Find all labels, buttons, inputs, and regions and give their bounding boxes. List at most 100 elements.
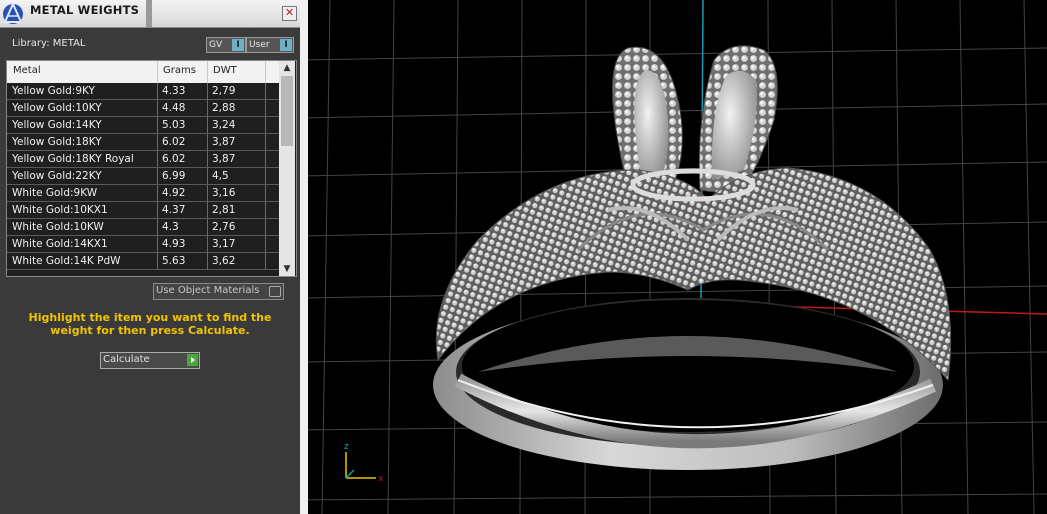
column-separator bbox=[265, 151, 266, 167]
column-separator bbox=[207, 134, 208, 150]
column-separator bbox=[207, 168, 208, 184]
table-row[interactable]: Yellow Gold:9KY 4.33 2,79 bbox=[7, 83, 279, 100]
column-separator bbox=[207, 236, 208, 252]
header-separator bbox=[157, 61, 158, 83]
gv-toggle[interactable]: GV I bbox=[206, 37, 246, 53]
column-separator bbox=[265, 117, 266, 133]
user-toggle-indicator: I bbox=[280, 39, 292, 51]
metal-name-cell: Yellow Gold:18KY bbox=[12, 136, 102, 148]
column-separator bbox=[157, 253, 158, 269]
grams-cell: 4.33 bbox=[162, 85, 186, 97]
table-row[interactable]: White Gold:9KW 4.92 3,16 bbox=[7, 185, 279, 202]
dwt-cell: 3,17 bbox=[212, 238, 236, 250]
grams-cell: 4.93 bbox=[162, 238, 186, 250]
grams-cell: 6.02 bbox=[162, 153, 186, 165]
dwt-cell: 2,79 bbox=[212, 85, 236, 97]
gizmo-z-label: z bbox=[344, 442, 349, 452]
table-header: Metal Grams DWT bbox=[7, 61, 279, 83]
column-separator bbox=[265, 83, 266, 99]
column-separator bbox=[157, 100, 158, 116]
column-separator bbox=[265, 100, 266, 116]
dwt-cell: 3,16 bbox=[212, 187, 236, 199]
calculate-button[interactable]: Calculate bbox=[100, 352, 200, 369]
metal-name-cell: Yellow Gold:10KY bbox=[12, 102, 102, 114]
column-separator bbox=[265, 185, 266, 201]
metal-name-cell: Yellow Gold:9KY bbox=[12, 85, 95, 97]
column-separator bbox=[157, 117, 158, 133]
table-scrollbar[interactable]: ▲ ▼ bbox=[279, 61, 295, 276]
column-separator bbox=[207, 100, 208, 116]
metal-name-cell: White Gold:10KW bbox=[12, 221, 104, 233]
grams-cell: 4.3 bbox=[162, 221, 179, 233]
table-row[interactable]: White Gold:10KX1 4.37 2,81 bbox=[7, 202, 279, 219]
table-row[interactable]: Yellow Gold:22KY 6.99 4,5 bbox=[7, 168, 279, 185]
grams-cell: 6.99 bbox=[162, 170, 186, 182]
use-object-materials-label: Use Object Materials bbox=[156, 285, 260, 296]
viewport-canvas[interactable]: z x bbox=[308, 0, 1047, 514]
dwt-cell: 3,87 bbox=[212, 136, 236, 148]
column-separator bbox=[265, 168, 266, 184]
column-separator bbox=[207, 253, 208, 269]
use-object-materials-checkbox[interactable]: Use Object Materials bbox=[153, 283, 284, 300]
metal-name-cell: White Gold:9KW bbox=[12, 187, 98, 199]
grams-cell: 4.92 bbox=[162, 187, 186, 199]
column-separator bbox=[265, 236, 266, 252]
panel-splitter[interactable] bbox=[300, 0, 308, 514]
3d-viewport[interactable]: z x bbox=[308, 0, 1047, 514]
metal-name-cell: Yellow Gold:18KY Royal bbox=[12, 153, 134, 165]
column-header-grams[interactable]: Grams bbox=[163, 65, 196, 76]
table-row[interactable]: Yellow Gold:18KY Royal 6.02 3,87 bbox=[7, 151, 279, 168]
dwt-cell: 4,5 bbox=[212, 170, 229, 182]
header-separator bbox=[265, 61, 266, 83]
titlebar-divider bbox=[146, 0, 152, 27]
play-arrow-icon bbox=[187, 354, 198, 366]
dwt-cell: 2,76 bbox=[212, 221, 236, 233]
column-separator bbox=[265, 253, 266, 269]
ring-model[interactable] bbox=[433, 45, 952, 470]
column-separator bbox=[207, 117, 208, 133]
library-label: Library: METAL bbox=[12, 38, 86, 49]
table-row[interactable]: White Gold:10KW 4.3 2,76 bbox=[7, 219, 279, 236]
column-separator bbox=[265, 134, 266, 150]
gv-toggle-label: GV bbox=[209, 40, 223, 50]
column-separator bbox=[265, 202, 266, 218]
dwt-cell: 3,62 bbox=[212, 255, 236, 267]
column-separator bbox=[157, 202, 158, 218]
column-separator bbox=[207, 83, 208, 99]
column-separator bbox=[157, 168, 158, 184]
user-toggle-label: User bbox=[249, 40, 270, 50]
metal-table[interactable]: Metal Grams DWT Yellow Gold:9KY 4.33 2,79 Y… bbox=[6, 60, 297, 277]
metal-name-cell: White Gold:14K PdW bbox=[12, 255, 121, 267]
column-separator bbox=[207, 185, 208, 201]
column-separator bbox=[265, 219, 266, 235]
dwt-cell: 2,81 bbox=[212, 204, 236, 216]
column-header-dwt[interactable]: DWT bbox=[213, 65, 237, 76]
scroll-thumb[interactable] bbox=[281, 76, 293, 146]
user-toggle[interactable]: User I bbox=[246, 37, 294, 53]
grams-cell: 5.63 bbox=[162, 255, 186, 267]
column-separator bbox=[157, 151, 158, 167]
gizmo-x-label: x bbox=[378, 474, 384, 484]
column-separator bbox=[157, 236, 158, 252]
column-separator bbox=[157, 83, 158, 99]
table-row[interactable]: Yellow Gold:18KY 6.02 3,87 bbox=[7, 134, 279, 151]
metal-name-cell: Yellow Gold:22KY bbox=[12, 170, 102, 182]
scroll-up-arrow-icon[interactable]: ▲ bbox=[279, 61, 295, 75]
table-row[interactable]: Yellow Gold:10KY 4.48 2,88 bbox=[7, 100, 279, 117]
scroll-down-arrow-icon[interactable]: ▼ bbox=[279, 262, 295, 276]
instructions-text: Highlight the item you want to find the … bbox=[28, 311, 272, 337]
grams-cell: 6.02 bbox=[162, 136, 186, 148]
calculate-label: Calculate bbox=[103, 354, 150, 365]
column-separator bbox=[157, 134, 158, 150]
metal-name-cell: White Gold:10KX1 bbox=[12, 204, 108, 216]
table-row[interactable]: White Gold:14KX1 4.93 3,17 bbox=[7, 236, 279, 253]
header-separator bbox=[207, 61, 208, 83]
close-button[interactable]: ✕ bbox=[282, 6, 297, 21]
table-row[interactable]: Yellow Gold:14KY 5.03 3,24 bbox=[7, 117, 279, 134]
column-header-metal[interactable]: Metal bbox=[13, 65, 41, 76]
table-row[interactable]: White Gold:14K PdW 5.63 3,62 bbox=[7, 253, 279, 270]
grams-cell: 4.48 bbox=[162, 102, 186, 114]
panel-titlebar[interactable]: METAL WEIGHTS ✕ bbox=[0, 0, 300, 28]
grams-cell: 5.03 bbox=[162, 119, 186, 131]
checkbox-icon[interactable] bbox=[269, 286, 281, 297]
